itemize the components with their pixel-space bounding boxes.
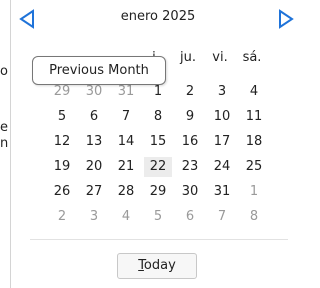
day-cell[interactable]: 13	[80, 132, 108, 152]
day-cell[interactable]: 20	[80, 157, 108, 177]
day-cell[interactable]: 11	[240, 107, 268, 127]
day-cell[interactable]: 3	[208, 82, 236, 102]
day-cell[interactable]: 31	[112, 82, 140, 102]
day-cell[interactable]: 5	[48, 107, 76, 127]
clipped-text-fragment: o	[0, 64, 8, 79]
today-button-label: oday	[143, 258, 176, 273]
day-cell[interactable]: 3	[80, 207, 108, 227]
day-cell[interactable]: 4	[112, 207, 140, 227]
day-cell[interactable]: 7	[208, 207, 236, 227]
day-cell[interactable]: 9	[176, 107, 204, 127]
triangle-left-icon	[19, 9, 34, 29]
day-cell[interactable]: 8	[144, 107, 172, 127]
day-cell[interactable]: 6	[80, 107, 108, 127]
day-cell[interactable]: 5	[144, 207, 172, 227]
next-month-button[interactable]	[276, 8, 296, 30]
day-cell[interactable]: 31	[208, 182, 236, 202]
day-cell[interactable]: 7	[112, 107, 140, 127]
day-cell-today[interactable]: 22	[144, 157, 172, 177]
day-cell[interactable]: 14	[112, 132, 140, 152]
day-cell[interactable]: 12	[48, 132, 76, 152]
day-cell[interactable]: 23	[176, 157, 204, 177]
day-cell[interactable]: 24	[208, 157, 236, 177]
footer-divider	[30, 239, 288, 240]
day-cell[interactable]: 29	[48, 82, 76, 102]
day-cell[interactable]: 15	[144, 132, 172, 152]
day-cell[interactable]: 17	[208, 132, 236, 152]
day-cell[interactable]: 26	[48, 182, 76, 202]
weekday-label: ju.	[180, 50, 196, 65]
clipped-text-fragment: el	[0, 120, 9, 135]
day-cell[interactable]: 2	[176, 82, 204, 102]
day-cell[interactable]: 4	[240, 82, 268, 102]
day-cell[interactable]: 25	[240, 157, 268, 177]
day-cell[interactable]: 18	[240, 132, 268, 152]
day-cell[interactable]: 1	[144, 82, 172, 102]
date-picker-screen: o el n enero 2025 i.ju.vi.sá. 2930311234…	[0, 0, 294, 288]
previous-month-tooltip: Previous Month	[32, 56, 166, 85]
day-cell[interactable]: 10	[208, 107, 236, 127]
day-cell[interactable]: 2	[48, 207, 76, 227]
day-cell[interactable]: 1	[240, 182, 268, 202]
day-cell[interactable]: 30	[80, 82, 108, 102]
day-cell[interactable]: 8	[240, 207, 268, 227]
day-cell[interactable]: 6	[176, 207, 204, 227]
month-year-label[interactable]: enero 2025	[48, 9, 268, 24]
weekday-label: vi.	[212, 50, 228, 65]
triangle-right-icon	[279, 9, 294, 29]
day-cell[interactable]: 27	[80, 182, 108, 202]
panel-divider	[10, 0, 11, 288]
day-cell[interactable]: 16	[176, 132, 204, 152]
day-cell[interactable]: 29	[144, 182, 172, 202]
clipped-text-fragment: n	[0, 136, 9, 151]
day-cell[interactable]: 19	[48, 157, 76, 177]
calendar-popup: enero 2025 i.ju.vi.sá. 29303112345678910…	[18, 0, 294, 288]
day-cell[interactable]: 21	[112, 157, 140, 177]
day-cell[interactable]: 30	[176, 182, 204, 202]
previous-month-button[interactable]	[18, 8, 38, 30]
weekday-label: sá.	[242, 50, 262, 65]
day-cell[interactable]: 28	[112, 182, 140, 202]
today-button[interactable]: Today	[117, 253, 197, 279]
